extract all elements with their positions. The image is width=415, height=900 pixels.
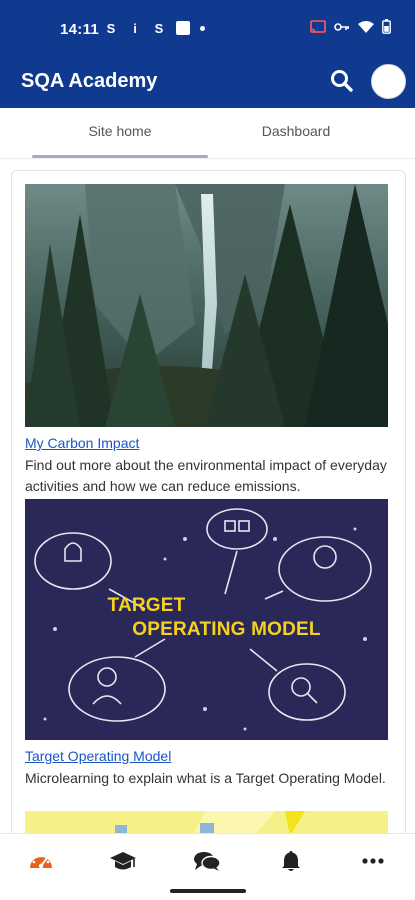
bell-icon <box>282 851 300 871</box>
tom-title-line2: OPERATING MODEL <box>132 619 321 640</box>
info-icon: i <box>133 20 137 36</box>
battery-icon <box>382 19 391 34</box>
app-bar: SQA Academy <box>0 56 415 108</box>
course-description-carbon-impact: Find out more about the environmental im… <box>25 457 387 494</box>
square-icon <box>176 21 190 35</box>
tom-title-line1: TARGET <box>107 595 186 616</box>
tab-site-home[interactable]: Site home <box>32 108 208 158</box>
dot-icon <box>200 25 205 31</box>
bottom-navigation <box>0 833 415 887</box>
home-indicator[interactable] <box>170 889 246 893</box>
search-icon <box>331 70 353 92</box>
cast-icon <box>310 19 326 33</box>
chat-icon <box>194 852 221 871</box>
more-icon <box>362 858 384 864</box>
avatar[interactable] <box>371 64 406 99</box>
notification-icon-2: S <box>154 20 164 36</box>
search-button[interactable] <box>329 68 355 94</box>
status-bar: 14:11 S i S <box>0 0 415 56</box>
status-icons-left: S i S <box>104 20 205 36</box>
course-image-carbon-impact[interactable] <box>25 184 388 427</box>
tab-divider <box>0 158 415 159</box>
notification-icon: S <box>106 20 116 36</box>
dashboard-icon <box>30 854 52 869</box>
app-title: SQA Academy <box>21 70 158 92</box>
gesture-bar <box>0 887 415 900</box>
nav-more[interactable] <box>358 848 388 874</box>
nav-courses[interactable] <box>108 848 138 874</box>
status-time: 14:11 <box>60 21 100 38</box>
graduation-cap-icon <box>110 852 136 870</box>
course-image-target-operating-model[interactable]: TARGET OPERATING MODEL <box>25 499 388 740</box>
forest-waterfall-image <box>25 184 388 427</box>
course-description-target-operating-model: Microlearning to explain what is a Targe… <box>25 770 386 786</box>
wifi-icon <box>358 21 374 33</box>
tab-dashboard[interactable]: Dashboard <box>208 108 384 158</box>
tab-bar: Site home Dashboard <box>0 108 415 159</box>
status-icons-right <box>310 19 391 34</box>
courses-card: My Carbon Impact Find out more about the… <box>11 170 406 870</box>
nav-notifications[interactable] <box>276 848 306 874</box>
course-link-target-operating-model[interactable]: Target Operating Model <box>25 748 171 764</box>
key-icon <box>334 22 349 31</box>
nav-dashboard[interactable] <box>26 848 56 874</box>
course-link-carbon-impact[interactable]: My Carbon Impact <box>25 435 139 451</box>
nav-messages[interactable] <box>192 848 222 874</box>
